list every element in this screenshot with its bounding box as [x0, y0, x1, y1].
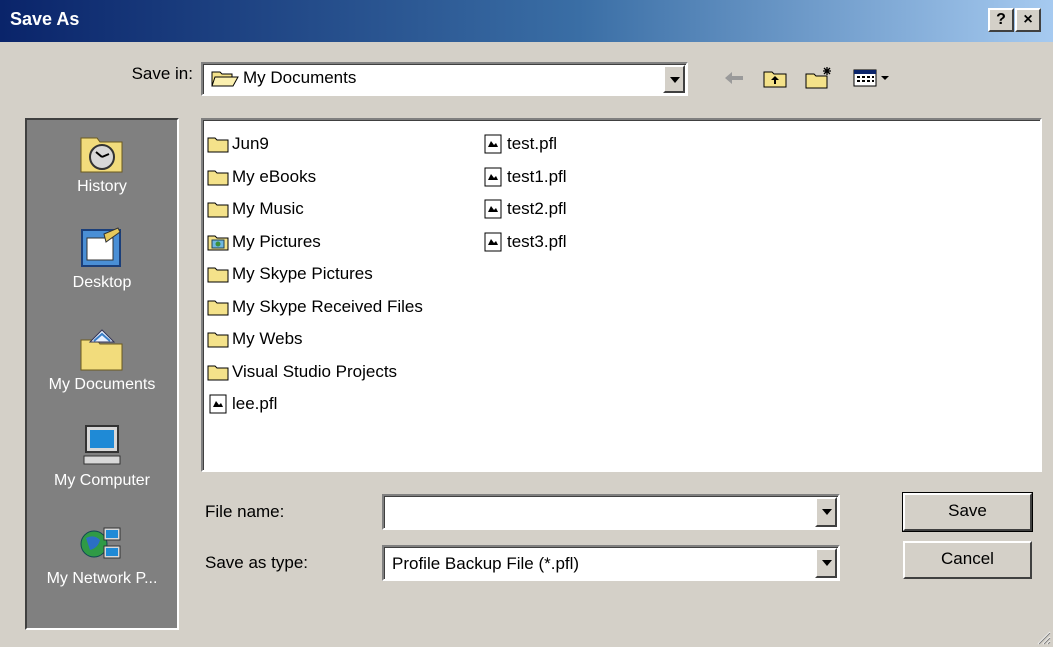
resize-grip-icon[interactable] [1035, 629, 1051, 645]
title-bar: Save As ? × [0, 0, 1053, 42]
save-in-dropdown[interactable]: My Documents [201, 62, 688, 96]
place-label: My Documents [48, 376, 156, 393]
open-folder-icon [211, 71, 239, 87]
file-name-label: My Music [232, 199, 304, 219]
place-desktop[interactable]: Desktop [27, 226, 177, 292]
close-button[interactable]: × [1015, 8, 1041, 32]
file-name-label: My Webs [232, 329, 303, 349]
save-as-type-dropdown[interactable]: Profile Backup File (*.pfl) [382, 545, 840, 581]
list-item[interactable]: test3.pfl [482, 226, 567, 259]
place-label: My Computer [53, 472, 151, 489]
list-item[interactable]: My Skype Received Files [207, 291, 423, 324]
place-history[interactable]: History [27, 130, 177, 196]
list-item[interactable]: My Pictures [207, 226, 423, 259]
place-label: My Network P... [46, 570, 158, 587]
list-item[interactable]: test1.pfl [482, 161, 567, 194]
my-documents-icon [80, 329, 123, 371]
file-name-dropdown-arrow[interactable] [815, 497, 837, 527]
file-icon [484, 199, 502, 219]
file-column-1: Jun9 My eBooks My Music My Pictures My S… [207, 128, 423, 421]
pictures-folder-icon [207, 235, 229, 251]
up-folder-icon[interactable] [760, 64, 790, 92]
folder-icon [207, 137, 229, 153]
save-as-type-dropdown-arrow[interactable] [815, 548, 837, 578]
file-name-label: test.pfl [507, 134, 558, 154]
file-name-label: My Skype Pictures [232, 264, 373, 284]
file-name-label: test3.pfl [507, 231, 567, 251]
list-item[interactable]: My Webs [207, 323, 423, 356]
list-item[interactable]: test2.pfl [482, 193, 567, 226]
place-my-documents[interactable]: My Documents [27, 328, 177, 394]
list-item[interactable]: lee.pfl [207, 388, 423, 421]
window-title: Save As [10, 9, 80, 29]
file-icon [209, 394, 227, 414]
save-button[interactable]: Save [902, 492, 1033, 532]
folder-icon [207, 365, 229, 381]
folder-icon [207, 267, 229, 283]
list-item[interactable]: My eBooks [207, 161, 423, 194]
place-label: History [77, 178, 127, 195]
file-name-label: My eBooks [232, 166, 317, 186]
desktop-icon [81, 227, 121, 267]
list-item[interactable]: My Music [207, 193, 423, 226]
file-name-label: Jun9 [232, 134, 269, 154]
file-column-2: test.pfl test1.pfl test2.pfl test3.pfl [482, 128, 567, 258]
network-places-icon [80, 527, 121, 559]
save-in-label: Save in: [131, 64, 193, 83]
file-name-label: Visual Studio Projects [232, 361, 398, 381]
folder-icon [207, 202, 229, 218]
file-icon [484, 232, 502, 252]
list-item[interactable]: My Skype Pictures [207, 258, 423, 291]
folder-icon [207, 170, 229, 186]
save-in-value: My Documents [243, 68, 357, 87]
place-my-computer[interactable]: My Computer [27, 424, 177, 490]
file-name-label: My Pictures [232, 231, 321, 251]
file-name-label: My Skype Received Files [232, 296, 423, 316]
list-item[interactable]: test.pfl [482, 128, 567, 161]
place-my-network[interactable]: My Network P... [27, 522, 177, 588]
view-menu-icon[interactable] [850, 64, 896, 92]
folder-icon [207, 332, 229, 348]
file-name-label: test2.pfl [507, 199, 567, 219]
list-item[interactable]: Visual Studio Projects [207, 356, 423, 389]
cancel-button[interactable]: Cancel [903, 541, 1032, 579]
save-as-type-label: Save as type: [205, 553, 309, 572]
file-list[interactable]: Jun9 My eBooks My Music My Pictures My S… [201, 118, 1042, 472]
folder-icon [207, 300, 229, 316]
help-button[interactable]: ? [988, 8, 1014, 32]
file-icon [484, 167, 502, 187]
my-computer-icon [83, 425, 121, 465]
back-arrow-icon[interactable] [720, 64, 748, 92]
file-name-label: lee.pfl [232, 394, 278, 414]
file-name-label: test1.pfl [507, 166, 567, 186]
file-icon [484, 134, 502, 154]
places-bar: History Desktop My Documents My Computer [25, 118, 179, 630]
history-icon [80, 137, 123, 173]
list-item[interactable]: Jun9 [207, 128, 423, 161]
place-label: Desktop [72, 274, 132, 291]
save-as-type-value: Profile Backup File (*.pfl) [392, 554, 580, 573]
file-name-field[interactable] [382, 494, 840, 530]
new-folder-icon[interactable] [803, 64, 835, 92]
file-name-label: File name: [205, 502, 285, 521]
save-in-dropdown-arrow[interactable] [663, 65, 685, 93]
